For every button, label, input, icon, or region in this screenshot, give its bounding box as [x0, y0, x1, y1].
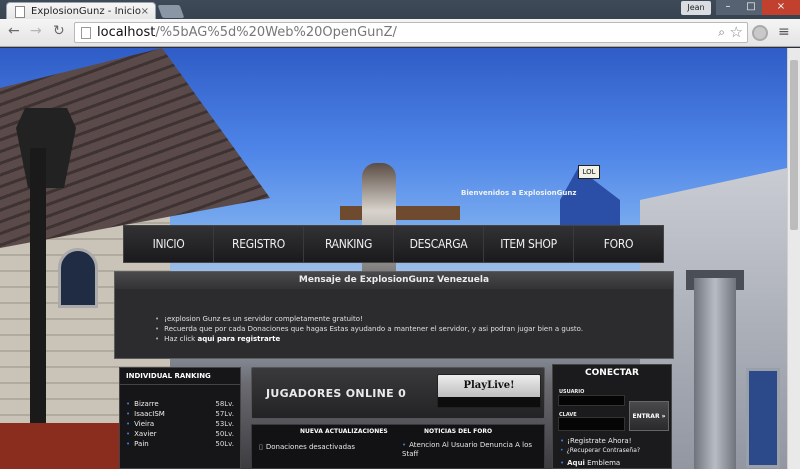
url-host: localhost	[97, 25, 156, 40]
player-level: 50Lv.	[215, 440, 234, 448]
ranking-title: INDIVIDUAL RANKING	[120, 368, 240, 385]
browser-toolbar: ← → ↻ localhost /%5bAG%5d%20Web%20OpenGu…	[0, 19, 800, 47]
player-name: IsaacISM	[126, 409, 165, 419]
player-name: Bizarre	[126, 399, 159, 409]
forward-arrow-icon[interactable]: →	[30, 23, 42, 39]
search-icon[interactable]: ⌕	[718, 25, 725, 40]
online-count: JUGADORES ONLINE 0	[266, 387, 407, 400]
ranking-row[interactable]: Bizarre 58Lv.	[126, 399, 234, 409]
bookmark-star-icon[interactable]: ☆	[730, 23, 743, 41]
browser-frame: ExplosionGunz - Inicio × Jean – □ × ← → …	[0, 0, 800, 47]
page-favicon-icon	[15, 5, 25, 18]
recover-password-link[interactable]: ¿Recuperar Contraseña?	[560, 447, 641, 454]
password-field[interactable]	[558, 417, 625, 431]
back-arrow-icon[interactable]: ←	[8, 23, 20, 39]
profile-button[interactable]: Jean	[681, 1, 711, 15]
menu-icon[interactable]: ≡	[778, 24, 790, 40]
forum-item[interactable]: Atencion Al Usuario Denuncia A los Staff	[402, 441, 542, 459]
close-window-button[interactable]: ×	[762, 0, 800, 15]
page-icon	[81, 26, 91, 39]
login-panel: CONECTAR USUARIO CLAVE ENTRAR » ¡Registr…	[552, 364, 672, 469]
player-name: Xavier	[126, 429, 156, 439]
ranking-row[interactable]: Vieira 53Lv.	[126, 419, 234, 429]
player-name: Pain	[126, 439, 149, 449]
new-tab-button[interactable]	[157, 5, 185, 18]
scrollbar-thumb[interactable]	[790, 60, 798, 230]
ranking-row[interactable]: IsaacISM 57Lv.	[126, 409, 234, 419]
ranking-list: Bizarre 58Lv. IsaacISM 57Lv. Vieira 53Lv. X…	[120, 385, 240, 449]
username-field[interactable]	[558, 395, 625, 406]
playlive-button[interactable]: PlayLive!	[437, 374, 541, 408]
ranking-row[interactable]: Xavier 50Lv.	[126, 429, 234, 439]
browser-tab[interactable]: ExplosionGunz - Inicio ×	[6, 2, 156, 20]
player-level: 58Lv.	[215, 400, 234, 408]
emblem-link[interactable]: Aqui Emblema	[560, 459, 620, 467]
ranking-panel: INDIVIDUAL RANKING Bizarre 58Lv. IsaacISM…	[119, 367, 241, 469]
reload-icon[interactable]: ↻	[53, 23, 65, 39]
tab-title: ExplosionGunz - Inicio	[31, 6, 142, 17]
player-name: Vieira	[126, 419, 154, 429]
tab-strip: ExplosionGunz - Inicio × Jean – □ ×	[0, 0, 800, 20]
maximize-button[interactable]: □	[740, 0, 762, 15]
register-now-link[interactable]: ¡Registrate Ahora!	[560, 437, 631, 445]
emblem-link-rest: Emblema	[584, 459, 621, 467]
player-level: 50Lv.	[215, 430, 234, 438]
update-item[interactable]: Donaciones desactivadas	[259, 443, 355, 451]
ranking-row[interactable]: Pain 50Lv.	[126, 439, 234, 449]
updates-header: NUEVA ACTUALIZACIONES	[300, 428, 388, 435]
news-panel: NUEVA ACTUALIZACIONES NOTICIAS DEL FORO …	[251, 424, 545, 469]
player-level: 53Lv.	[215, 420, 234, 428]
online-players-panel: JUGADORES ONLINE 0 PlayLive!	[251, 367, 545, 419]
login-button[interactable]: ENTRAR »	[629, 401, 669, 431]
tab-close-icon[interactable]: ×	[141, 6, 149, 17]
login-title: CONECTAR	[585, 368, 639, 378]
extension-icon[interactable]	[752, 25, 768, 41]
forum-header: NOTICIAS DEL FORO	[424, 428, 493, 435]
lower-panels: INDIVIDUAL RANKING Bizarre 58Lv. IsaacISM…	[0, 48, 787, 469]
url-path: /%5bAG%5d%20Web%20OpenGunZ/	[155, 25, 397, 40]
minimize-button[interactable]: –	[716, 0, 740, 15]
emblem-link-strong: Aqui	[567, 459, 585, 467]
address-bar[interactable]: localhost /%5bAG%5d%20Web%20OpenGunZ/ ⌕ …	[74, 22, 748, 43]
player-level: 57Lv.	[215, 410, 234, 418]
